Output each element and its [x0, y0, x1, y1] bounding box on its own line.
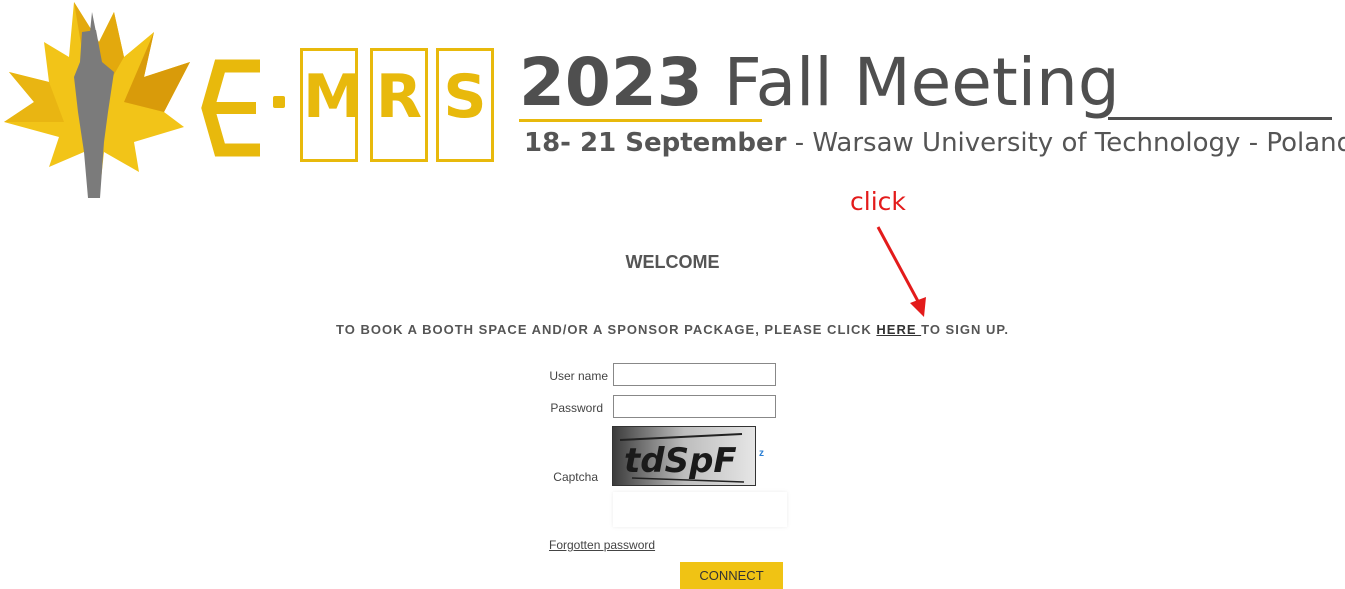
- username-label: User name: [549, 369, 608, 383]
- meeting-title: 2023 Fall Meeting: [519, 50, 1120, 116]
- forgotten-password-link[interactable]: Forgotten password: [549, 538, 655, 552]
- meeting-dates: 18- 21 September: [524, 128, 787, 158]
- username-input[interactable]: [613, 363, 776, 386]
- refresh-icon[interactable]: z: [759, 448, 764, 459]
- logo-dot: [273, 96, 285, 108]
- captcha-image: tdSpF: [612, 426, 756, 486]
- title-accent-line: [519, 119, 762, 122]
- captcha-input[interactable]: [613, 492, 787, 527]
- captcha-label: Captcha: [553, 470, 598, 484]
- logo-letter-s: S: [443, 62, 487, 132]
- signup-here-link[interactable]: HERE: [876, 322, 921, 337]
- title-underline: [1108, 117, 1332, 120]
- logo-letter-m: M: [303, 62, 363, 132]
- meeting-location: - Warsaw University of Technology - Pola…: [786, 128, 1345, 158]
- password-input[interactable]: [613, 395, 776, 418]
- e-letter-logo: [201, 59, 260, 157]
- booking-instruction: TO BOOK A BOOTH SPACE AND/OR A SPONSOR P…: [0, 322, 1345, 337]
- logo-box-r: R: [370, 48, 428, 162]
- logo-box-m: M: [300, 48, 363, 162]
- logo-letter-r: R: [375, 62, 423, 132]
- booking-prefix: TO BOOK A BOOTH SPACE AND/OR A SPONSOR P…: [336, 322, 877, 337]
- meeting-subtitle: 18- 21 September - Warsaw University of …: [524, 128, 1345, 158]
- logo-box-s: S: [436, 48, 494, 162]
- password-label: Password: [550, 401, 603, 415]
- annotation-click-label: click: [850, 187, 906, 216]
- meeting-name: Fall Meeting: [723, 44, 1120, 121]
- welcome-heading: WELCOME: [625, 252, 720, 272]
- meeting-year: 2023: [519, 44, 703, 121]
- booking-suffix: TO SIGN UP.: [921, 322, 1009, 337]
- connect-button[interactable]: CONNECT: [680, 562, 783, 589]
- captcha-text: tdSpF: [624, 441, 737, 481]
- maple-leaf-logo: [4, 2, 190, 198]
- page: M R S 2023 Fall Meeting 18- 21 September…: [0, 0, 1345, 589]
